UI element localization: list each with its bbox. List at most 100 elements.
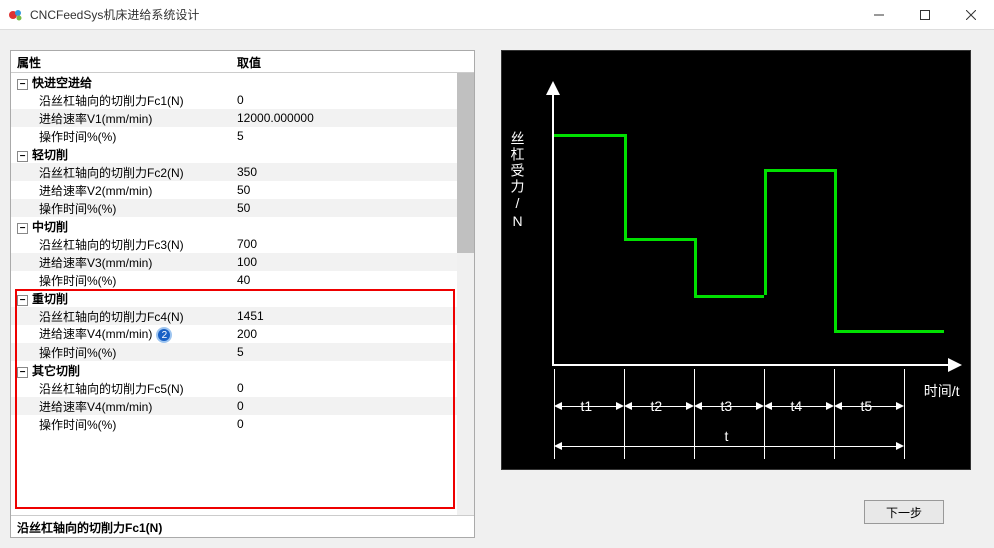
prop-label: 操作时间%(%) xyxy=(11,199,231,218)
y-axis-label: 丝杠受力/N xyxy=(508,131,528,231)
x-axis-label: 时间/t xyxy=(924,381,960,401)
group-name: 中切削 xyxy=(32,220,68,234)
header-value: 取值 xyxy=(231,51,474,72)
t-label: t xyxy=(725,428,729,444)
step-segment xyxy=(694,295,764,298)
prop-label: 沿丝杠轴向的切削力Fc1(N) xyxy=(11,91,231,110)
prop-value[interactable]: 5 xyxy=(231,128,474,144)
collapse-icon[interactable]: − xyxy=(17,79,28,90)
group-row[interactable]: −中切削 xyxy=(11,217,474,235)
dim-line xyxy=(632,406,686,407)
minimize-button[interactable] xyxy=(856,0,902,30)
prop-label: 操作时间%(%) xyxy=(11,271,231,290)
maximize-button[interactable] xyxy=(902,0,948,30)
group-name: 其它切削 xyxy=(32,364,80,378)
prop-value[interactable]: 0 xyxy=(231,92,474,108)
prop-label: 操作时间%(%) xyxy=(11,127,231,146)
x-axis xyxy=(552,364,950,366)
property-row[interactable]: 操作时间%(%)50 xyxy=(11,199,474,217)
group-name: 轻切削 xyxy=(32,148,68,162)
dim-line-total xyxy=(562,446,896,447)
header-label: 属性 xyxy=(11,51,231,72)
titlebar: CNCFeedSys机床进给系统设计 xyxy=(0,0,994,30)
group-row[interactable]: −其它切削 xyxy=(11,361,474,379)
prop-value[interactable]: 50 xyxy=(231,182,474,198)
dim-line xyxy=(772,406,826,407)
group-row[interactable]: −快进空进给 xyxy=(11,73,474,91)
step-segment xyxy=(834,330,904,333)
prop-value[interactable]: 5 xyxy=(231,344,474,360)
property-row[interactable]: 沿丝杠轴向的切削力Fc5(N)0 xyxy=(11,379,474,397)
y-axis xyxy=(552,91,554,366)
property-row[interactable]: 进给速率V4(mm/min)0 xyxy=(11,397,474,415)
property-row[interactable]: 沿丝杠轴向的切削力Fc1(N)0 xyxy=(11,91,474,109)
window-title: CNCFeedSys机床进给系统设计 xyxy=(30,6,856,23)
prop-label: 操作时间%(%) xyxy=(11,415,231,434)
prop-value[interactable]: 40 xyxy=(231,272,474,288)
prop-label: 进给速率V4(mm/min) xyxy=(11,397,231,416)
prop-label: 进给速率V1(mm/min) xyxy=(11,109,231,128)
prop-value[interactable]: 100 xyxy=(231,254,474,270)
prop-label: 沿丝杠轴向的切削力Fc4(N) xyxy=(11,307,231,326)
dim-line xyxy=(702,406,756,407)
step-segment xyxy=(554,134,624,137)
property-row[interactable]: 操作时间%(%)5 xyxy=(11,343,474,361)
badge-icon: 2 xyxy=(156,327,172,343)
prop-label: 沿丝杠轴向的切削力Fc2(N) xyxy=(11,163,231,182)
step-vertical xyxy=(764,169,767,296)
grid-header: 属性 取值 xyxy=(11,51,474,73)
dim-line xyxy=(562,406,616,407)
step-segment xyxy=(624,238,694,241)
collapse-icon[interactable]: − xyxy=(17,223,28,234)
prop-label: 进给速率V4(mm/min)2 xyxy=(11,324,231,345)
collapse-icon[interactable]: − xyxy=(17,295,28,306)
app-icon xyxy=(8,7,24,23)
property-row[interactable]: 沿丝杠轴向的切削力Fc4(N)1451 xyxy=(11,307,474,325)
property-row[interactable]: 沿丝杠轴向的切削力Fc2(N)350 xyxy=(11,163,474,181)
step-segment xyxy=(764,169,834,172)
prop-value[interactable]: 350 xyxy=(231,164,474,180)
prop-value[interactable]: 0 xyxy=(231,416,474,432)
y-arrow-icon xyxy=(546,81,560,95)
prop-value[interactable]: 12000.000000 xyxy=(231,110,474,126)
step-vertical xyxy=(624,134,627,238)
property-row[interactable]: 进给速率V2(mm/min)50 xyxy=(11,181,474,199)
close-button[interactable] xyxy=(948,0,994,30)
property-row[interactable]: 操作时间%(%)0 xyxy=(11,415,474,433)
prop-value[interactable]: 50 xyxy=(231,200,474,216)
prop-label: 沿丝杠轴向的切削力Fc3(N) xyxy=(11,235,231,254)
collapse-icon[interactable]: − xyxy=(17,151,28,162)
force-time-graph: 丝杠受力/N 时间/t t1t2t3t4t5 t xyxy=(501,50,971,470)
property-row[interactable]: 沿丝杠轴向的切削力Fc3(N)700 xyxy=(11,235,474,253)
group-name: 重切削 xyxy=(32,292,68,306)
grid-body: −快进空进给沿丝杠轴向的切削力Fc1(N)0进给速率V1(mm/min)1200… xyxy=(11,73,474,515)
group-name: 快进空进给 xyxy=(32,76,92,90)
prop-value[interactable]: 0 xyxy=(231,398,474,414)
next-button[interactable]: 下一步 xyxy=(864,500,944,524)
prop-value[interactable]: 0 xyxy=(231,380,474,396)
x-arrow-icon xyxy=(948,358,962,372)
property-row[interactable]: 进给速率V3(mm/min)100 xyxy=(11,253,474,271)
property-grid: 属性 取值 −快进空进给沿丝杠轴向的切削力Fc1(N)0进给速率V1(mm/mi… xyxy=(10,50,475,538)
property-row[interactable]: 操作时间%(%)5 xyxy=(11,127,474,145)
group-row[interactable]: −轻切削 xyxy=(11,145,474,163)
prop-label: 操作时间%(%) xyxy=(11,343,231,362)
step-vertical xyxy=(694,238,697,296)
property-row[interactable]: 进给速率V1(mm/min)12000.000000 xyxy=(11,109,474,127)
prop-label: 进给速率V3(mm/min) xyxy=(11,253,231,272)
prop-value[interactable]: 200 xyxy=(231,326,474,342)
step-segment xyxy=(904,330,944,333)
collapse-icon[interactable]: − xyxy=(17,367,28,378)
prop-label: 进给速率V2(mm/min) xyxy=(11,181,231,200)
prop-value[interactable]: 1451 xyxy=(231,308,474,324)
scrollbar[interactable] xyxy=(457,73,474,515)
property-row[interactable]: 进给速率V4(mm/min)2200 xyxy=(11,325,474,343)
prop-label: 沿丝杠轴向的切削力Fc5(N) xyxy=(11,379,231,398)
prop-value[interactable]: 700 xyxy=(231,236,474,252)
property-row[interactable]: 操作时间%(%)40 xyxy=(11,271,474,289)
dim-tick xyxy=(904,369,905,459)
dim-line xyxy=(842,406,896,407)
group-row[interactable]: −重切削 xyxy=(11,289,474,307)
step-vertical xyxy=(834,169,837,330)
description-bar: 沿丝杠轴向的切削力Fc1(N) xyxy=(11,515,474,537)
